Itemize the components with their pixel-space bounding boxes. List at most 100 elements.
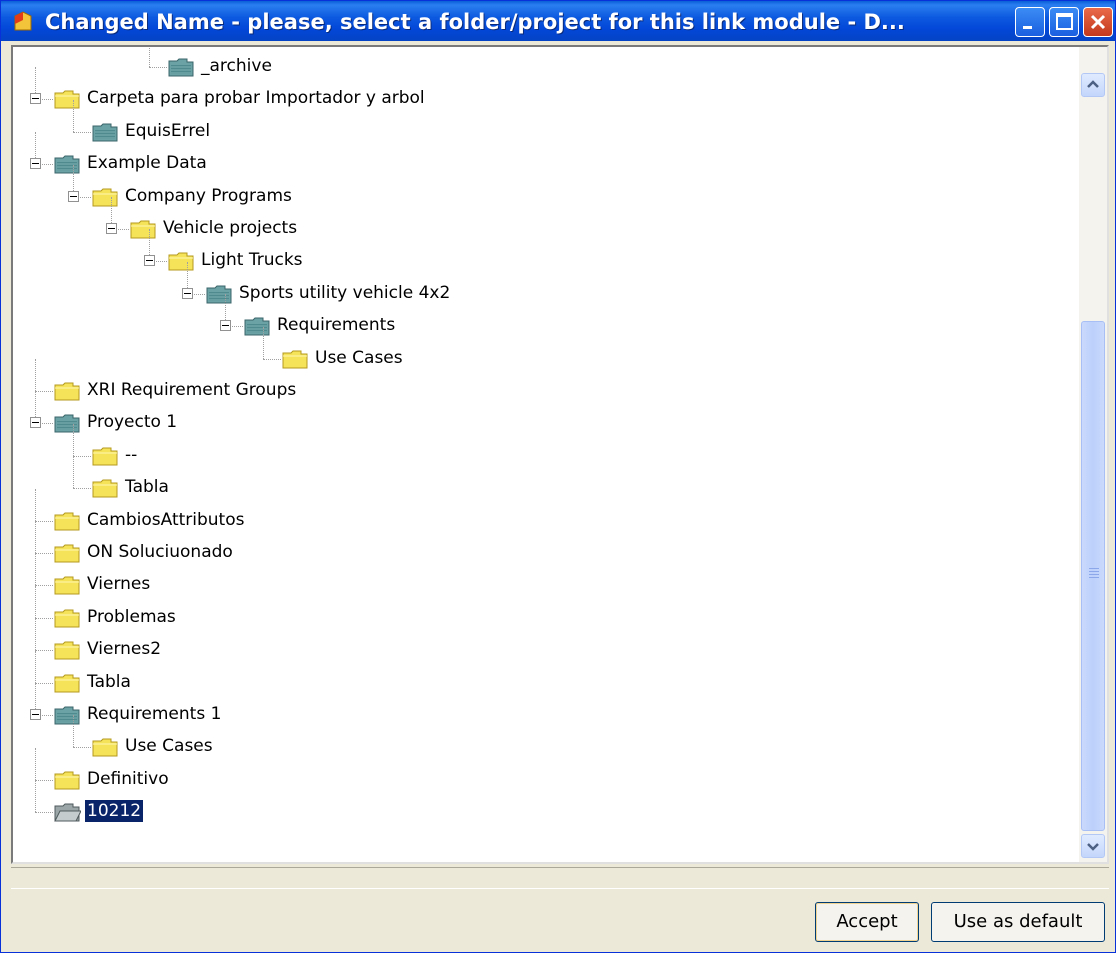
collapse-toggle-icon[interactable] xyxy=(182,287,193,299)
collapse-toggle-icon[interactable] xyxy=(30,417,41,429)
tree-item-label[interactable]: Proyecto 1 xyxy=(85,411,179,433)
scroll-up-button[interactable] xyxy=(1081,73,1105,97)
project-icon xyxy=(206,285,232,304)
folder-icon xyxy=(54,641,80,660)
tree-item[interactable]: Problemas xyxy=(13,585,1073,633)
collapse-toggle-icon[interactable] xyxy=(30,709,41,720)
tree-item-label[interactable]: Use Cases xyxy=(313,347,405,369)
tree-connector xyxy=(35,521,36,553)
vertical-scrollbar[interactable] xyxy=(1079,47,1107,862)
tree-item[interactable]: Tabla xyxy=(13,456,1073,503)
tree-item-label[interactable]: Viernes2 xyxy=(85,638,163,660)
scroll-down-button[interactable] xyxy=(1081,834,1105,858)
tree-item-label[interactable]: Company Programs xyxy=(123,185,294,207)
tree-item[interactable]: _archive xyxy=(13,47,1073,82)
collapse-toggle-icon[interactable] xyxy=(68,190,79,202)
tree-connector xyxy=(149,67,167,68)
tree-connector xyxy=(73,423,74,456)
tree-connector xyxy=(73,456,74,489)
folder-icon xyxy=(92,738,118,757)
folder-icon xyxy=(130,220,156,239)
tree-item[interactable]: Example Data xyxy=(13,132,1073,179)
grip-line xyxy=(1089,577,1099,578)
folder-tree[interactable]: _archive Carpeta para probar Importador y… xyxy=(11,45,1109,864)
project-icon xyxy=(92,123,118,142)
tree-item-label[interactable]: Problemas xyxy=(85,606,178,628)
tree-item-label[interactable]: Carpeta para probar Importador y arbol xyxy=(85,87,427,109)
tree-item[interactable]: Sports utility vehicle 4x2 xyxy=(13,261,1073,309)
tree-content: _archive Carpeta para probar Importador y… xyxy=(13,47,1079,862)
tree-item-label[interactable]: _archive xyxy=(199,55,274,77)
project-icon xyxy=(54,706,80,725)
tree-item[interactable]: Requirements xyxy=(13,294,1073,341)
tree-item[interactable]: Use Cases xyxy=(13,715,1073,762)
open-project-icon xyxy=(54,803,81,822)
tree-item-label[interactable]: Tabla xyxy=(123,476,171,498)
tree-item-label[interactable]: Example Data xyxy=(85,152,209,174)
tree-item[interactable]: Carpeta para probar Importador y arbol xyxy=(13,67,1073,114)
collapse-toggle-icon[interactable] xyxy=(144,255,155,267)
tree-item-label[interactable]: CambiosAttributos xyxy=(85,509,246,531)
tree-item-label[interactable]: Vehicle projects xyxy=(161,217,299,239)
folder-icon xyxy=(54,576,80,595)
tree-item-label[interactable]: Use Cases xyxy=(123,735,215,757)
tree-item[interactable]: Requirements 1 xyxy=(13,683,1073,730)
tree-item[interactable]: XRI Requirement Groups xyxy=(13,359,1073,406)
tree-connector xyxy=(35,617,53,619)
tree-item-label[interactable]: Sports utility vehicle 4x2 xyxy=(237,282,452,304)
title-bar[interactable]: Changed Name - please, select a folder/p… xyxy=(1,1,1115,41)
tree-item-label[interactable]: ON Soluciuonado xyxy=(85,541,235,563)
folder-icon xyxy=(54,609,80,628)
tree-item-label[interactable]: 10212 xyxy=(83,799,145,824)
tree-connector xyxy=(35,650,36,683)
tree-item-label[interactable]: Tabla xyxy=(85,671,133,693)
minimize-button[interactable] xyxy=(1015,7,1045,37)
collapse-toggle-icon[interactable] xyxy=(220,320,231,332)
tree-item[interactable]: -- xyxy=(13,423,1073,471)
tree-item[interactable]: Proyecto 1 xyxy=(13,391,1073,438)
window-title: Changed Name - please, select a folder/p… xyxy=(45,10,905,34)
tree-item-label[interactable]: -- xyxy=(123,444,139,466)
app-icon xyxy=(14,11,32,31)
chevron-up-icon xyxy=(1087,80,1099,88)
tree-item[interactable]: Tabla xyxy=(13,650,1073,698)
collapse-toggle-icon[interactable] xyxy=(30,158,41,170)
tree-item-label[interactable]: Requirements xyxy=(275,314,397,336)
tree-item[interactable]: Light Trucks xyxy=(13,229,1073,276)
tree-item-label[interactable]: Requirements 1 xyxy=(85,703,223,725)
folder-icon xyxy=(54,512,80,531)
tree-item[interactable]: Use Cases xyxy=(13,326,1073,374)
tree-item[interactable]: Definitivo xyxy=(13,747,1073,795)
tree-item-label[interactable]: Definitivo xyxy=(85,768,171,790)
maximize-icon xyxy=(1056,13,1073,30)
tree-connector xyxy=(73,488,91,490)
tree-connector xyxy=(73,715,74,748)
tree-item[interactable]: EquisErrel xyxy=(13,99,1073,147)
tree-connector xyxy=(73,131,91,133)
tree-item[interactable]: CambiosAttributos xyxy=(13,488,1073,536)
tree-item-label[interactable]: Light Trucks xyxy=(199,249,305,271)
use-as-default-button[interactable]: Use as default xyxy=(931,902,1105,942)
folder-icon xyxy=(54,544,80,563)
tree-item[interactable]: 10212 xyxy=(13,780,1073,827)
tree-item[interactable]: Viernes xyxy=(13,553,1073,600)
close-button[interactable] xyxy=(1083,7,1113,37)
tree-item-label[interactable]: EquisErrel xyxy=(123,120,212,142)
collapse-toggle-icon[interactable] xyxy=(30,93,41,105)
folder-icon xyxy=(92,479,118,498)
maximize-button[interactable] xyxy=(1049,7,1079,37)
accept-button[interactable]: Accept xyxy=(815,902,919,942)
tree-item-label[interactable]: XRI Requirement Groups xyxy=(85,379,298,401)
tree-item[interactable]: ON Soluciuonado xyxy=(13,521,1073,568)
tree-item[interactable]: Vehicle projects xyxy=(13,197,1073,244)
project-icon xyxy=(168,58,194,77)
collapse-toggle-icon[interactable] xyxy=(106,223,117,234)
folder-icon xyxy=(54,382,80,401)
tree-connector xyxy=(35,585,53,587)
tree-item[interactable]: Company Programs xyxy=(13,164,1073,212)
tree-item-label[interactable]: Viernes xyxy=(85,573,152,595)
grip-line xyxy=(1089,568,1099,569)
tree-item[interactable]: Viernes2 xyxy=(13,618,1073,665)
grip-line xyxy=(1089,574,1099,575)
scroll-thumb[interactable] xyxy=(1081,321,1105,831)
